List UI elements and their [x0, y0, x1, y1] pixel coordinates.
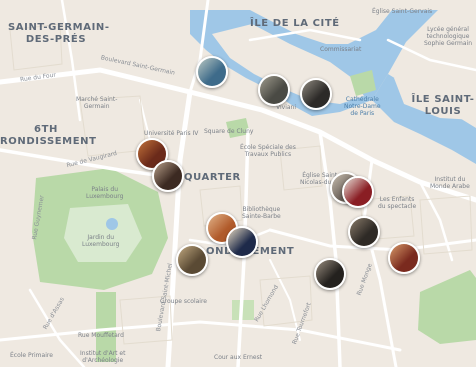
poi-enfants-line1: Les Enfants — [379, 196, 415, 203]
pin-photo-11[interactable] — [348, 216, 380, 248]
pin-photo-2[interactable] — [258, 74, 290, 106]
pin-photo-2-image — [260, 76, 288, 104]
poi-lycee: Lycée général technologique Sophie Germa… — [424, 26, 472, 47]
poi-lycee-line2: technologique — [426, 33, 470, 40]
poi-institut-art: Institut d'Art et d'Archéologie — [80, 350, 125, 364]
poi-institut-line1: Institut du — [434, 176, 466, 183]
poi-enfants: Les Enfants du spectacle — [378, 196, 416, 210]
pin-photo-7-image — [228, 228, 256, 256]
district-latin-quarter: QUARTER — [184, 172, 241, 183]
poi-notre-dame-line1: Cathédrale — [345, 96, 379, 103]
poi-notre-dame: Cathédrale Notre-Dame de Paris — [344, 96, 381, 117]
poi-jardin-line2: Luxembourg — [82, 241, 120, 248]
pin-photo-13-image — [316, 260, 344, 288]
poi-institut-art-line1: Institut d'Art et — [80, 350, 126, 357]
poi-lycee-line1: Lycée général — [427, 26, 469, 33]
poi-commissariat: Commissariat — [320, 46, 362, 53]
pin-photo-10[interactable] — [342, 176, 374, 208]
poi-ecole-tp: École Spéciale des Travaux Publics — [240, 144, 296, 158]
poi-institut-art-line2: d'Archéologie — [82, 357, 124, 364]
pin-photo-3[interactable] — [300, 78, 332, 110]
pin-photo-12-image — [390, 244, 418, 272]
pin-photo-11-image — [350, 218, 378, 246]
district-6th-line2: RONDISSEMENT — [0, 136, 97, 147]
poi-enfants-line2: du spectacle — [378, 203, 417, 210]
pin-photo-13[interactable] — [314, 258, 346, 290]
luxembourg-garden-inner — [64, 204, 142, 262]
pin-photo-10-image — [344, 178, 372, 206]
poi-ecole-tp-line1: École Spéciale des — [240, 144, 296, 151]
poi-institut: Institut du Monde Arabe — [430, 176, 470, 190]
pin-photo-5-image — [154, 162, 182, 190]
district-saint-germain-line2: DES-PRÉS — [25, 34, 87, 45]
poi-jardin-line1: Jardin du — [87, 234, 114, 241]
pin-photo-8[interactable] — [176, 244, 208, 276]
poi-cour-ernest: Cour aux Ernest — [214, 354, 263, 361]
poi-bibliotheque-line2: Sainte-Barbe — [242, 213, 281, 220]
poi-palais: Palais du Luxembourg — [86, 186, 123, 200]
poi-square-cluny: Square de Cluny — [204, 128, 254, 135]
poi-institut-line2: Monde Arabe — [430, 183, 470, 190]
poi-lycee-line3: Sophie Germain — [424, 40, 473, 47]
district-6th: 6TH RONDISSEMENT — [0, 124, 97, 148]
poi-ecole-tp-line2: Travaux Publics — [244, 151, 292, 158]
poi-notre-dame-line3: de Paris — [350, 110, 375, 117]
poi-marche-line1: Marché Saint- — [76, 96, 118, 103]
pin-photo-1[interactable] — [196, 56, 228, 88]
poi-bibliotheque-line1: Bibliothèque — [242, 206, 281, 213]
poi-bibliotheque: Bibliothèque Sainte-Barbe — [242, 206, 281, 220]
poi-ecole-primaire: École Primaire — [10, 352, 53, 359]
pin-photo-12[interactable] — [388, 242, 420, 274]
district-ile-saint-louis: ÎLE SAINT- LOUIS — [408, 94, 476, 118]
district-ile-saint-louis-line2: LOUIS — [424, 106, 462, 117]
poi-marche: Marché Saint- Germain — [76, 96, 117, 110]
poi-ecole-primaire-line1: École Primaire — [10, 352, 53, 359]
district-ile-saint-louis-line1: ÎLE SAINT- — [411, 94, 475, 105]
district-saint-germain-line1: SAINT-GERMAIN- — [8, 22, 110, 33]
district-6th-line1: 6TH — [34, 124, 58, 135]
pin-photo-1-image — [198, 58, 226, 86]
pin-photo-7[interactable] — [226, 226, 258, 258]
poi-marche-line2: Germain — [83, 103, 110, 110]
district-ile-de-la-cite: ÎLE DE LA CITÉ — [250, 18, 340, 29]
poi-eglise-saint-gervais: Église Saint-Gervais — [372, 8, 433, 15]
poi-jardin: Jardin du Luxembourg — [82, 234, 119, 248]
poi-notre-dame-line2: Notre-Dame — [344, 103, 381, 110]
map[interactable]: SAINT-GERMAIN- DES-PRÉS ÎLE DE LA CITÉ Î… — [0, 0, 476, 367]
district-saint-germain: SAINT-GERMAIN- DES-PRÉS — [8, 22, 110, 46]
pin-photo-3-image — [302, 80, 330, 108]
pin-photo-5[interactable] — [152, 160, 184, 192]
luxembourg-pond — [106, 218, 118, 230]
pin-photo-8-image — [178, 246, 206, 274]
poi-rue-mouffetard: Rue Mouffetard — [78, 332, 124, 339]
poi-palais-line2: Luxembourg — [86, 193, 124, 200]
poi-palais-line1: Palais du — [91, 186, 119, 193]
poi-universite: Université Paris IV — [144, 130, 199, 137]
